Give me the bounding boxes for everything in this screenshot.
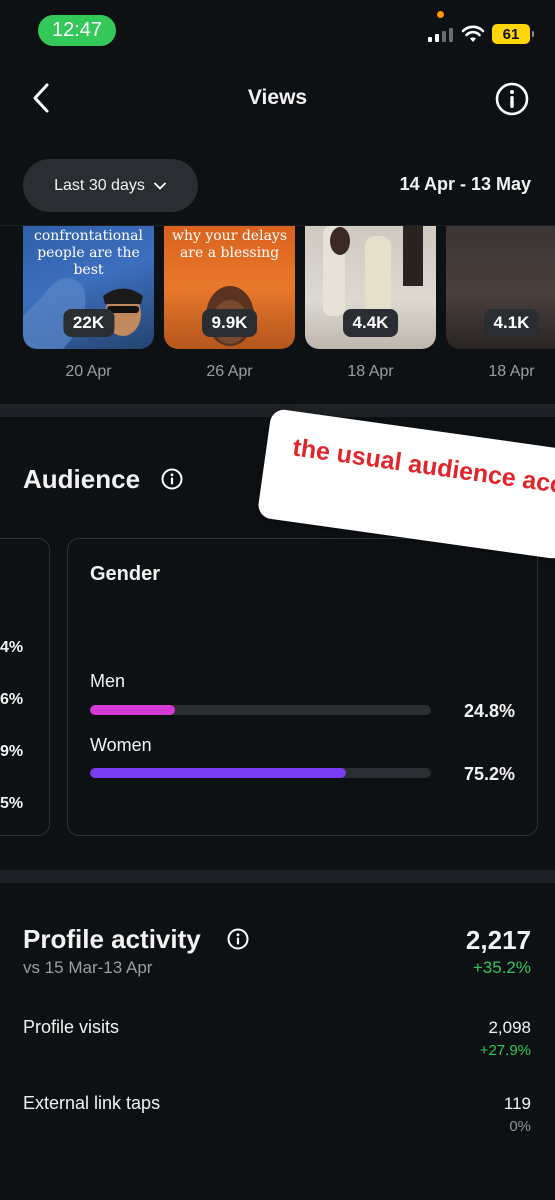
comparison-period: vs 15 Mar-13 Apr: [23, 958, 153, 977]
content-thumbnail-4[interactable]: 4.1K: [446, 226, 555, 349]
gender-value-men: 24.8%: [463, 701, 515, 721]
audience-percentage: 5%: [0, 795, 24, 812]
thumbnail-date: 18 Apr: [488, 363, 535, 380]
chevron-down-icon: [153, 182, 166, 189]
thumbnail-date: 18 Apr: [347, 363, 394, 380]
gender-bar-women: [90, 768, 431, 778]
thumbnail-date: 26 Apr: [206, 363, 253, 380]
profile-activity-title: Profile activity: [23, 924, 201, 954]
section-divider: [0, 870, 555, 883]
metric-change: 0%: [509, 1118, 531, 1135]
gender-bar-men: [90, 705, 431, 715]
metric-value: 2,098: [488, 1018, 531, 1037]
metric-label: External link taps: [23, 1093, 161, 1113]
audience-percentage: 6%: [0, 691, 24, 708]
thumbnail-date: 20 Apr: [65, 363, 112, 380]
thumbnail-views-badge: 22K: [62, 309, 115, 337]
audience-percentage: 9%: [0, 743, 24, 760]
metric-change: +27.9%: [479, 1042, 531, 1059]
thumbnail-views-badge: 4.4K: [342, 309, 399, 337]
top-content-carousel[interactable]: confrontational people are the best 22K …: [23, 226, 555, 386]
date-range-dropdown[interactable]: Last 30 days: [23, 159, 198, 212]
gender-bar-fill: [90, 768, 347, 778]
profile-activity-total: 2,217: [465, 925, 531, 955]
gender-title: Gender: [90, 563, 161, 585]
info-icon[interactable]: [227, 928, 249, 950]
page-title: Views: [247, 86, 308, 109]
content-thumbnail-1[interactable]: confrontational people are the best 22K: [23, 226, 154, 349]
metric-label: Profile visits: [23, 1017, 120, 1037]
content-thumbnail-2[interactable]: why your delays are a blessing 9.9K: [164, 226, 295, 349]
thumbnail-views-badge: 4.1K: [483, 309, 540, 337]
audience-percentage: 4%: [0, 639, 24, 656]
audience-title: Audience: [23, 464, 141, 494]
date-range-dropdown-label: Last 30 days: [54, 176, 145, 194]
cellular-signal-icon: [428, 26, 456, 42]
status-time: 12:47: [38, 15, 116, 46]
sticker-text: the usual audience acc: [290, 433, 555, 500]
info-button[interactable]: [494, 81, 530, 117]
gender-label-women: Women: [90, 735, 152, 755]
gender-value-women: 75.2%: [463, 764, 515, 784]
date-range-text: 14 Apr - 13 May: [399, 174, 531, 194]
battery-icon: 61: [492, 24, 534, 44]
thumbnail-views-badge: 9.9K: [201, 309, 258, 337]
gender-bar-fill: [90, 705, 175, 715]
audience-card-partial[interactable]: [0, 538, 50, 836]
gender-label-men: Men: [90, 671, 126, 691]
info-icon[interactable]: [161, 468, 183, 490]
content-thumbnail-3[interactable]: 4.4K: [305, 226, 436, 349]
privacy-indicator-dot: [437, 11, 444, 18]
metric-value: 119: [503, 1094, 531, 1113]
thumbnail-caption: confrontational people are the best: [34, 228, 143, 278]
thumbnail-caption: why your delays are a blessing: [171, 228, 288, 261]
profile-activity-change: +35.2%: [472, 958, 531, 977]
wifi-icon: [461, 25, 485, 42]
